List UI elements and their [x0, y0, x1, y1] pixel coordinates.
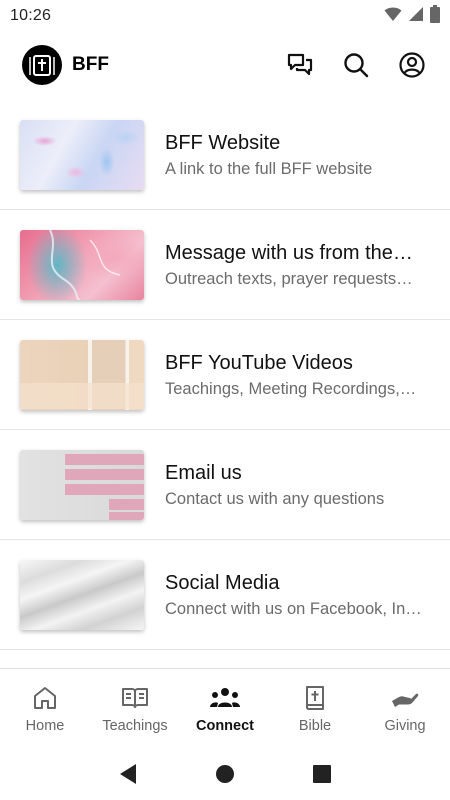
nav-item-connect[interactable]: Connect [180, 669, 270, 748]
status-time: 10:26 [10, 7, 52, 24]
wifi-icon [384, 6, 402, 27]
giving-hand-icon [390, 684, 420, 712]
item-title: BFF YouTube Videos [165, 351, 353, 374]
item-subtitle: Outreach texts, prayer requests… [165, 269, 413, 288]
item-subtitle: Contact us with any questions [165, 489, 385, 508]
account-icon[interactable] [396, 49, 428, 81]
connect-list: BFF Website A link to the full BFF websi… [0, 100, 450, 650]
thumbnail-image [20, 339, 144, 410]
app-bar: BFF [0, 32, 450, 98]
nav-item-home[interactable]: Home [0, 669, 90, 748]
thumbnail-image [20, 559, 144, 630]
system-nav-bar [0, 748, 450, 800]
list-item-message[interactable]: Message with us from the… Outreach texts… [0, 210, 450, 320]
group-icon [209, 684, 241, 712]
list-item-bff-website[interactable]: BFF Website A link to the full BFF websi… [0, 100, 450, 210]
item-subtitle: Teachings, Meeting Recordings,… [165, 379, 417, 398]
book-icon [121, 684, 149, 712]
item-subtitle: A link to the full BFF website [165, 159, 373, 178]
list-item-youtube[interactable]: BFF YouTube Videos Teachings, Meeting Re… [0, 320, 450, 430]
nav-label: Connect [196, 717, 254, 734]
item-title: Social Media [165, 571, 280, 594]
app-actions [284, 49, 428, 81]
battery-icon [430, 4, 440, 28]
item-title: Message with us from the… [165, 241, 413, 264]
list-item-email[interactable]: Email us Contact us with any questions [0, 430, 450, 540]
nav-item-teachings[interactable]: Teachings [90, 669, 180, 748]
nav-item-giving[interactable]: Giving [360, 669, 450, 748]
bible-icon [303, 684, 327, 712]
thumbnail-image [20, 229, 144, 300]
list-item-social-media[interactable]: Social Media Connect with us on Facebook… [0, 540, 450, 650]
bottom-nav: Home Teachings Connect Bible Giving [0, 668, 450, 748]
app-title: BFF [72, 54, 109, 75]
nav-label: Teachings [102, 717, 168, 734]
nav-item-bible[interactable]: Bible [270, 669, 360, 748]
nav-label: Giving [384, 717, 426, 734]
signal-icon [408, 6, 424, 27]
item-title: BFF Website [165, 131, 281, 154]
thumbnail-image [20, 449, 144, 520]
status-icons [384, 4, 440, 28]
home-icon [32, 684, 58, 712]
back-icon[interactable] [108, 754, 148, 794]
church-logo [22, 45, 62, 85]
chat-icon[interactable] [284, 49, 316, 81]
home-circle-icon[interactable] [205, 754, 245, 794]
nav-label: Home [25, 717, 65, 734]
search-icon[interactable] [340, 49, 372, 81]
recents-icon[interactable] [302, 754, 342, 794]
item-subtitle: Connect with us on Facebook, In… [165, 599, 422, 618]
nav-label: Bible [298, 717, 332, 734]
item-title: Email us [165, 461, 242, 484]
status-bar: 10:26 [0, 0, 450, 32]
thumbnail-image [20, 119, 144, 190]
